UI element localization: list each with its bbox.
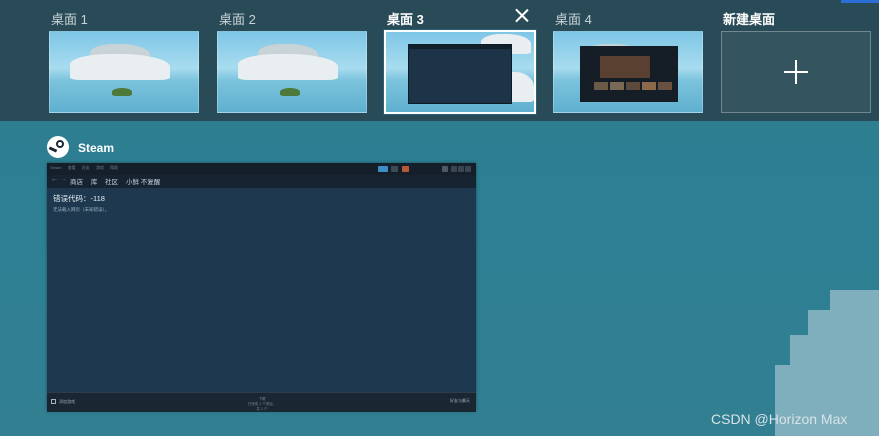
add-icon (51, 399, 56, 405)
cloud-shape (70, 54, 170, 80)
store-tile (626, 82, 640, 90)
notification-icon[interactable] (391, 166, 398, 172)
cloud-shape (238, 54, 338, 80)
desktop-3-label: 桌面 3 (387, 12, 424, 27)
close-icon[interactable] (465, 166, 471, 172)
menu-item[interactable]: 查看 (68, 165, 76, 170)
desktop-2-label: 桌面 2 (219, 12, 256, 27)
add-game-button[interactable]: 添加游戏 (51, 399, 75, 405)
nav-link-library[interactable]: 库 (91, 179, 98, 186)
maximize-icon[interactable] (458, 166, 464, 172)
desktop-2-thumbnail[interactable] (217, 31, 367, 113)
back-arrow-icon[interactable]: ← (51, 176, 58, 183)
broadcast-icon[interactable] (378, 166, 388, 172)
nav-link-community[interactable]: 社区 (105, 179, 118, 186)
close-desktop-icon[interactable] (515, 8, 529, 22)
menu-item[interactable]: 游戏 (96, 165, 104, 170)
error-code-title: 错误代码：-118 (53, 194, 105, 203)
menu-item[interactable]: Steam (50, 165, 62, 170)
window-footer: 添加游戏 下载 已完成 1 个项目，共 1 个 好友与聊天 (47, 392, 476, 412)
steam-window-preview[interactable]: Steam 查看 好友 游戏 帮助 ← → 商店 库 社区 小鲜 不复醒 错误代… (47, 163, 476, 412)
downloads-detail: 已完成 1 个项目，共 1 个 (247, 402, 277, 411)
desktop-4-label: 桌面 4 (555, 12, 592, 27)
menu-item[interactable]: 好友 (82, 165, 90, 170)
store-tile (594, 82, 608, 90)
new-desktop-label: 新建桌面 (723, 12, 776, 27)
window-mode-icon[interactable] (442, 166, 448, 172)
page-content: 错误代码：-118 无法载入网页（未知错误）。 (47, 188, 476, 392)
mini-titlebar (409, 45, 511, 49)
error-description: 无法载入网页（未知错误）。 (53, 207, 110, 212)
nav-link-store[interactable]: 商店 (70, 179, 83, 186)
menu-item[interactable]: 帮助 (110, 165, 118, 170)
desktop-4-thumbnail[interactable] (553, 31, 703, 113)
forward-arrow-icon[interactable]: → (60, 176, 67, 183)
island-shape (112, 88, 132, 96)
plus-icon (784, 60, 808, 84)
desktop-3-thumbnail[interactable] (384, 30, 536, 114)
new-desktop-button[interactable] (721, 31, 871, 113)
menu-bar: Steam 查看 好友 游戏 帮助 (50, 165, 123, 171)
downloads-status[interactable]: 下载 已完成 1 个项目，共 1 个 (247, 397, 277, 412)
desktop-1-thumbnail[interactable] (49, 31, 199, 113)
mini-steam-window (408, 44, 512, 104)
mini-steam-store-window (580, 46, 678, 102)
avatar[interactable] (402, 166, 409, 172)
watermark: CSDN @Horizon Max (711, 411, 848, 427)
nav-links: 商店 库 社区 小鲜 不复醒 (70, 176, 166, 186)
store-tile (642, 82, 656, 90)
desktop-1-label: 桌面 1 (51, 12, 88, 27)
island-shape (280, 88, 300, 96)
app-name: Steam (78, 141, 115, 155)
accent-bar (841, 0, 879, 3)
add-game-label: 添加游戏 (59, 399, 75, 404)
store-tile (658, 82, 672, 90)
friends-chat-button[interactable]: 好友与聊天 (450, 398, 470, 404)
store-tile (610, 82, 624, 90)
store-banner (600, 56, 650, 78)
steam-icon (47, 136, 69, 158)
minimize-icon[interactable] (451, 166, 457, 172)
window-titlebar: Steam 查看 好友 游戏 帮助 (47, 163, 476, 175)
nav-link-profile[interactable]: 小鲜 不复醒 (126, 179, 160, 186)
virtual-desktop-strip: 桌面 1 桌面 2 桌面 3 桌面 4 新建桌面 (0, 0, 879, 121)
